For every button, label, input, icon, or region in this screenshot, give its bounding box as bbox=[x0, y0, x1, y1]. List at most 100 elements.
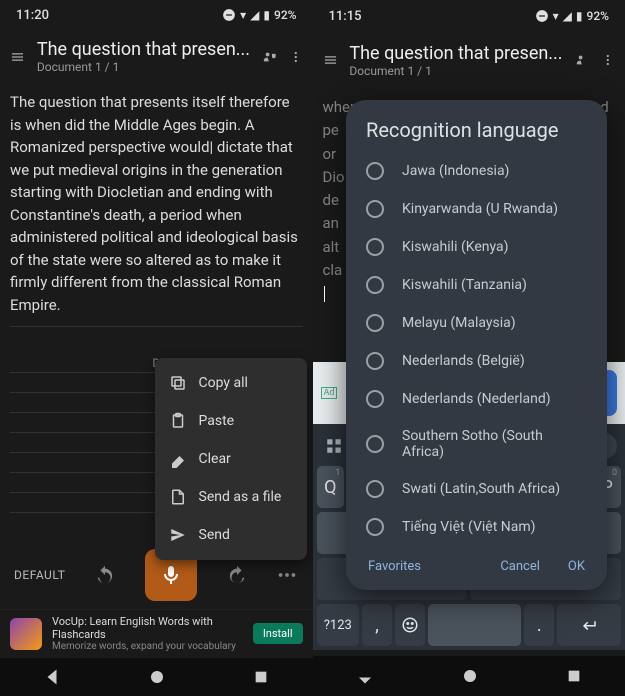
radio-icon bbox=[366, 238, 384, 256]
voice-input-icon[interactable] bbox=[575, 49, 590, 71]
language-option[interactable]: Nederlands (Nederland) bbox=[346, 380, 607, 418]
status-bar: 11:20 ▾ ◢ ▮ 92% bbox=[0, 0, 313, 30]
key-space[interactable] bbox=[428, 604, 522, 646]
copy-all-label: Copy all bbox=[199, 375, 248, 391]
redo-icon[interactable] bbox=[226, 564, 248, 586]
more-icon[interactable] bbox=[601, 50, 615, 70]
document-title: The question that presen... bbox=[37, 39, 250, 60]
dialog-title: Recognition language bbox=[346, 118, 607, 152]
ad-banner[interactable]: VocUp: Learn English Words with Flashcar… bbox=[0, 609, 313, 658]
body-text[interactable]: The question that presents itself theref… bbox=[10, 93, 298, 314]
ad-badge: Ad bbox=[321, 387, 338, 399]
language-option[interactable]: Kinyarwanda (U Rwanda) bbox=[346, 190, 607, 228]
language-label: Kiswahili (Tanzania) bbox=[402, 277, 527, 293]
radio-icon bbox=[366, 276, 384, 294]
clear-item[interactable]: Clear bbox=[155, 440, 307, 478]
radio-icon bbox=[366, 518, 384, 536]
key-enter[interactable] bbox=[557, 604, 621, 646]
key-q[interactable]: Q1 bbox=[317, 466, 345, 508]
home-icon[interactable] bbox=[461, 667, 479, 685]
status-time: 11:20 bbox=[16, 8, 49, 23]
clear-label: Clear bbox=[199, 451, 231, 467]
keyboard-row-4: ?123 , . bbox=[317, 604, 622, 646]
text-cursor bbox=[323, 284, 325, 302]
language-option[interactable]: Swati (Latin,South Africa) bbox=[346, 470, 607, 508]
more-horiz-icon[interactable] bbox=[276, 564, 298, 586]
dialog-option-list[interactable]: Jawa (Indonesia) Kinyarwanda (U Rwanda) Ki… bbox=[346, 152, 607, 549]
radio-icon bbox=[366, 352, 384, 370]
cancel-button[interactable]: Cancel bbox=[500, 559, 540, 574]
status-time: 11:15 bbox=[329, 9, 362, 24]
copy-icon bbox=[169, 374, 187, 392]
title-block: The question that presen... Document 1 /… bbox=[37, 39, 250, 74]
language-option[interactable]: Melayu (Malaysia) bbox=[346, 304, 607, 342]
send-icon bbox=[169, 526, 187, 544]
keyboard-hide-icon[interactable] bbox=[356, 667, 374, 685]
paste-icon bbox=[169, 412, 187, 430]
recognition-language-dialog: Recognition language Jawa (Indonesia) Kin… bbox=[346, 100, 607, 590]
battery-text: 92% bbox=[587, 9, 609, 23]
key-period[interactable]: . bbox=[524, 604, 554, 646]
copy-all-item[interactable]: Copy all bbox=[155, 364, 307, 402]
language-label: Swati (Latin,South Africa) bbox=[402, 481, 560, 497]
language-option[interactable]: Jawa (Indonesia) bbox=[346, 152, 607, 190]
radio-icon bbox=[366, 435, 384, 453]
dnd-icon bbox=[222, 8, 236, 22]
battery-icon: ▮ bbox=[576, 9, 583, 23]
language-label: Melayu (Malaysia) bbox=[402, 315, 516, 331]
language-option[interactable]: Tiếng Việt (Việt Nam) bbox=[346, 508, 607, 546]
key-emoji[interactable] bbox=[395, 604, 425, 646]
radio-icon bbox=[366, 390, 384, 408]
document-counter: Document 1 / 1 bbox=[349, 64, 562, 78]
title-block: The question that presen... Document 1 /… bbox=[349, 43, 562, 78]
back-icon[interactable] bbox=[43, 668, 61, 686]
radio-icon bbox=[366, 162, 384, 180]
language-option[interactable]: Kiswahili (Tanzania) bbox=[346, 266, 607, 304]
ruled-line bbox=[10, 326, 303, 346]
language-label: Kiswahili (Kenya) bbox=[402, 239, 509, 255]
recents-icon[interactable] bbox=[566, 668, 582, 684]
language-label: Tiếng Việt (Việt Nam) bbox=[402, 519, 536, 535]
app-bar: The question that presen... Document 1 /… bbox=[313, 32, 625, 88]
language-label: Nederlands (Nederland) bbox=[402, 391, 551, 407]
more-icon[interactable] bbox=[289, 47, 303, 67]
nav-bar bbox=[0, 658, 313, 696]
language-option[interactable]: Southern Sotho (South Africa) bbox=[346, 418, 607, 470]
home-icon[interactable] bbox=[148, 668, 166, 686]
language-label: Nederlands (België) bbox=[402, 353, 525, 369]
send-file-item[interactable]: Send as a file bbox=[155, 478, 307, 516]
voice-input-icon[interactable] bbox=[262, 46, 277, 68]
ad-subtitle: Memorize words, expand your vocabulary bbox=[52, 641, 243, 652]
key-comma[interactable]: , bbox=[362, 604, 392, 646]
install-button[interactable]: Install bbox=[253, 623, 303, 644]
status-bar: 11:15 ▾ ◢ ▮ 92% bbox=[313, 0, 625, 32]
recents-icon[interactable] bbox=[253, 669, 269, 685]
send-label: Send bbox=[199, 527, 230, 543]
document-title: The question that presen... bbox=[349, 43, 562, 64]
undo-icon[interactable] bbox=[94, 564, 116, 586]
send-file-label: Send as a file bbox=[199, 489, 282, 505]
signal-icon: ◢ bbox=[563, 9, 572, 23]
key-symbols[interactable]: ?123 bbox=[317, 604, 360, 646]
context-menu: Copy all Paste Clear Send as a file Send bbox=[155, 358, 307, 560]
menu-icon[interactable] bbox=[323, 49, 338, 71]
status-icons: ▾ ◢ ▮ 92% bbox=[535, 9, 609, 23]
grid-icon[interactable] bbox=[321, 433, 347, 459]
menu-icon[interactable] bbox=[10, 46, 25, 68]
favorites-button[interactable]: Favorites bbox=[368, 559, 421, 574]
language-option[interactable]: Nederlands (België) bbox=[346, 342, 607, 380]
language-label: Kinyarwanda (U Rwanda) bbox=[402, 201, 558, 217]
language-label: Jawa (Indonesia) bbox=[402, 163, 509, 179]
ad-text: VocUp: Learn English Words with Flashcar… bbox=[52, 615, 243, 652]
dialog-actions: Favorites Cancel OK bbox=[346, 549, 607, 580]
send-item[interactable]: Send bbox=[155, 516, 307, 554]
document-counter: Document 1 / 1 bbox=[37, 60, 250, 74]
language-option[interactable]: Kiswahili (Kenya) bbox=[346, 228, 607, 266]
nav-bar bbox=[313, 656, 625, 696]
ok-button[interactable]: OK bbox=[568, 559, 585, 574]
ad-app-icon bbox=[10, 618, 42, 650]
profile-label[interactable]: DEFAULT bbox=[14, 568, 65, 582]
paste-item[interactable]: Paste bbox=[155, 402, 307, 440]
file-icon bbox=[169, 488, 187, 506]
wifi-icon: ▾ bbox=[553, 9, 559, 23]
